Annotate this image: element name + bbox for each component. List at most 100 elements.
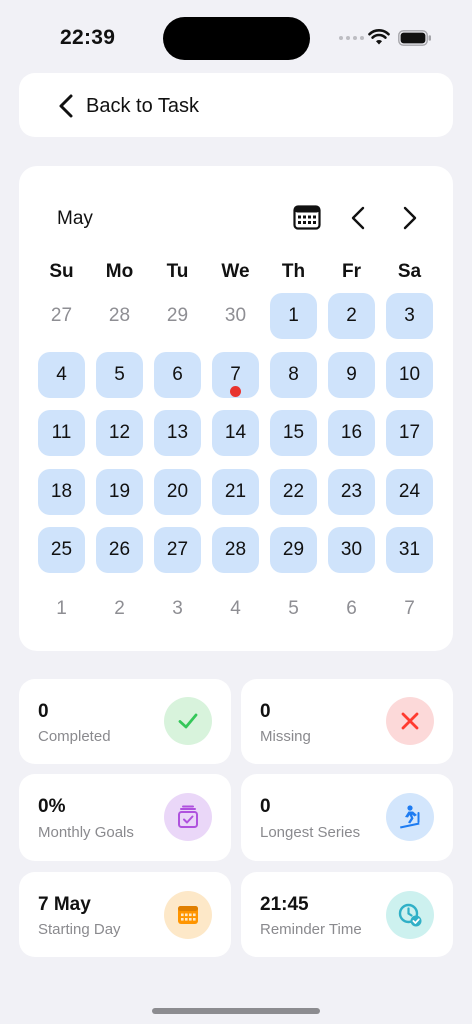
calendar-day[interactable]: 18 <box>38 469 85 515</box>
day-number: 7 <box>404 598 415 619</box>
next-month-button[interactable] <box>397 204 421 232</box>
completed-label: Completed <box>38 728 111 745</box>
calendar-day[interactable]: 3 <box>386 293 433 339</box>
day-number: 5 <box>114 364 125 385</box>
weekday-label: Fr <box>342 261 361 282</box>
day-number: 6 <box>346 598 357 619</box>
status-time: 22:39 <box>60 26 116 49</box>
calendar-day[interactable]: 2 <box>328 293 375 339</box>
calendar-day[interactable]: 9 <box>328 352 375 398</box>
day-number: 10 <box>398 364 421 385</box>
missing-value: 0 <box>260 701 271 722</box>
calendar-day[interactable]: 8 <box>270 352 317 398</box>
calendar-day[interactable]: 12 <box>96 410 143 456</box>
calendar-day[interactable]: 29 <box>270 527 317 573</box>
calendar-day-outside-month: 6 <box>328 586 375 632</box>
calendar-day[interactable]: 25 <box>38 527 85 573</box>
calendar-day[interactable]: 15 <box>270 410 317 456</box>
day-number: 26 <box>108 539 131 560</box>
calendar-day-outside-month: 1 <box>38 586 85 632</box>
x-icon <box>386 697 434 745</box>
back-to-task-label: Back to Task <box>86 95 200 117</box>
calendar-day[interactable]: 11 <box>38 410 85 456</box>
day-number: 2 <box>114 598 125 619</box>
calendar-day[interactable]: 28 <box>212 527 259 573</box>
calendar-day-outside-month: 29 <box>154 293 201 339</box>
treadmill-icon <box>386 793 434 841</box>
stat-card-monthly-goals: 0% Monthly Goals <box>19 774 231 861</box>
calendar-day[interactable]: 21 <box>212 469 259 515</box>
dynamic-island <box>163 17 310 60</box>
day-number: 7 <box>230 364 241 385</box>
calendar-day[interactable]: 24 <box>386 469 433 515</box>
reminder-time-value: 21:45 <box>260 894 309 915</box>
calendar-day[interactable]: 27 <box>154 527 201 573</box>
starting-day-label: Starting Day <box>38 921 121 938</box>
calendar-day[interactable]: 10 <box>386 352 433 398</box>
cellular-signal-icon <box>339 36 364 40</box>
calendar-icon <box>164 891 212 939</box>
stat-card-reminder-time: 21:45 Reminder Time <box>241 872 453 957</box>
day-number: 4 <box>230 598 241 619</box>
stat-card-longest-series: 0 Longest Series <box>241 774 453 861</box>
day-number: 6 <box>172 364 183 385</box>
day-number: 29 <box>166 305 189 326</box>
calendar-day[interactable]: 14 <box>212 410 259 456</box>
day-number: 3 <box>172 598 183 619</box>
calendar-day[interactable]: 22 <box>270 469 317 515</box>
calendar-day[interactable]: 26 <box>96 527 143 573</box>
calendar-card: May Su Mo Tu We Th Fr Sa 27 28 29 30 1 2 3 4 5 6 7 8 9 10 11 1… <box>19 166 453 651</box>
calendar-day[interactable]: 16 <box>328 410 375 456</box>
chevron-left-icon <box>59 94 73 118</box>
day-number: 22 <box>282 481 305 502</box>
day-number: 4 <box>56 364 67 385</box>
calendar-day[interactable]: 7 <box>212 352 259 398</box>
calendar-day[interactable]: 1 <box>270 293 317 339</box>
calendar-picker-icon[interactable] <box>293 204 321 230</box>
missing-label: Missing <box>260 728 311 745</box>
day-number: 9 <box>346 364 357 385</box>
day-number: 29 <box>282 539 305 560</box>
day-number: 30 <box>340 539 363 560</box>
day-number: 16 <box>340 422 363 443</box>
clock-check-icon <box>386 891 434 939</box>
calendar-day[interactable]: 17 <box>386 410 433 456</box>
day-number: 31 <box>398 539 421 560</box>
monthly-goals-value: 0% <box>38 796 66 817</box>
calendar-day-outside-month: 2 <box>96 586 143 632</box>
monthly-goals-label: Monthly Goals <box>38 824 134 841</box>
weekday-label: Su <box>49 261 74 282</box>
calendar-day[interactable]: 6 <box>154 352 201 398</box>
stat-card-starting-day: 7 May Starting Day <box>19 872 231 957</box>
day-number: 11 <box>51 422 72 443</box>
day-number: 28 <box>108 305 131 326</box>
day-number: 19 <box>108 481 131 502</box>
previous-month-button[interactable] <box>347 204 371 232</box>
calendar-day[interactable]: 30 <box>328 527 375 573</box>
calendar-day[interactable]: 5 <box>96 352 143 398</box>
day-number: 24 <box>398 481 421 502</box>
longest-series-label: Longest Series <box>260 824 361 841</box>
reminder-time-label: Reminder Time <box>260 921 362 938</box>
calendar-day-outside-month: 7 <box>386 586 433 632</box>
back-to-task-button[interactable]: Back to Task <box>19 73 453 137</box>
day-number: 18 <box>50 481 73 502</box>
day-number: 17 <box>398 422 421 443</box>
weekday-label: We <box>221 261 250 282</box>
calendar-day-outside-month: 30 <box>212 293 259 339</box>
calendar-day-outside-month: 5 <box>270 586 317 632</box>
completed-value: 0 <box>38 701 49 722</box>
month-label: May <box>57 208 93 229</box>
battery-icon <box>398 30 431 46</box>
calendar-day[interactable]: 4 <box>38 352 85 398</box>
calendar-day[interactable]: 23 <box>328 469 375 515</box>
home-indicator <box>152 1008 320 1014</box>
weekday-label: Sa <box>397 261 422 282</box>
day-number: 8 <box>288 364 299 385</box>
calendar-day-outside-month: 3 <box>154 586 201 632</box>
calendar-day[interactable]: 13 <box>154 410 201 456</box>
day-number: 1 <box>56 598 67 619</box>
calendar-day[interactable]: 20 <box>154 469 201 515</box>
calendar-day[interactable]: 31 <box>386 527 433 573</box>
calendar-day[interactable]: 19 <box>96 469 143 515</box>
